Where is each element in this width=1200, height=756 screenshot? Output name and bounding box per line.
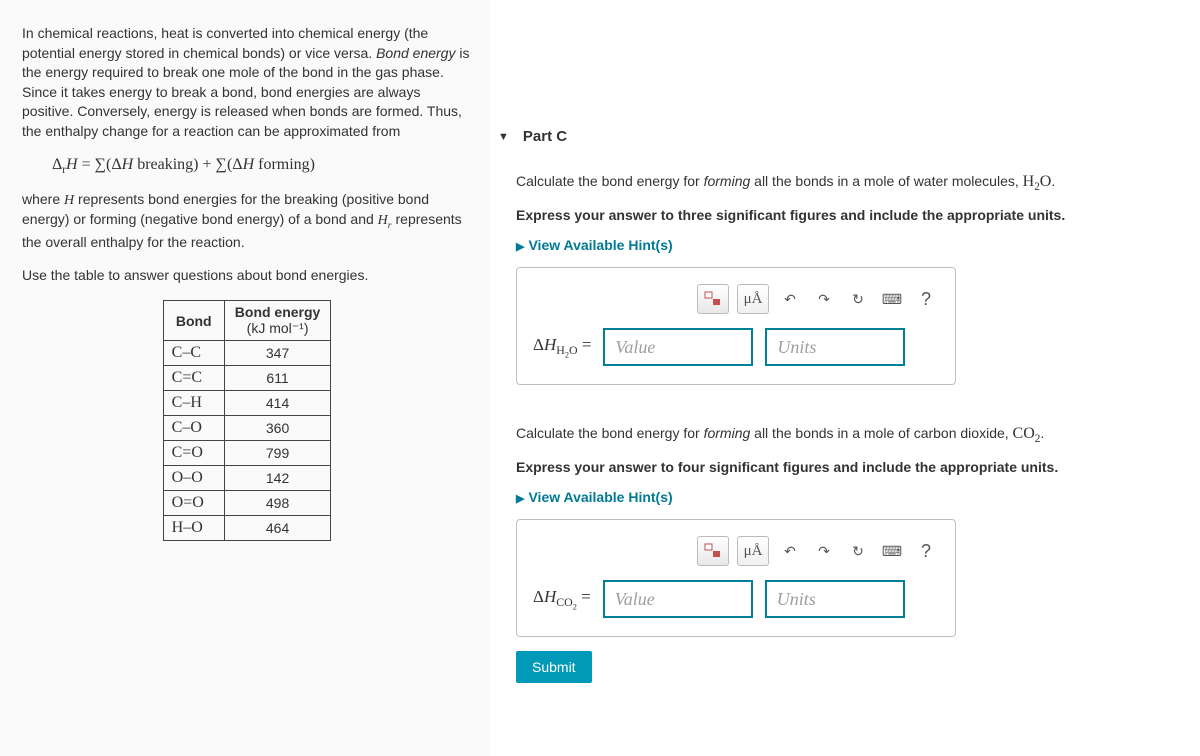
intro-paragraph-2: where H represents bond energies for the… [22,190,472,253]
question-1-instructions: Express your answer to three significant… [516,207,1200,223]
table-row: C–H414 [163,391,331,416]
table-row: O–O142 [163,466,331,491]
toolbar-2: μÅ ↶ ↷ ↻ ⌨ ? [599,536,939,566]
undo-button[interactable]: ↶ [777,284,803,314]
table-row: O=O498 [163,491,331,516]
help-button[interactable]: ? [913,284,939,314]
intro-2b: represents bond energies for the breakin… [22,191,429,228]
dh-label-2: ΔHCO2 = [533,587,591,612]
question-2-prompt: Calculate the bond energy for forming al… [516,425,1200,445]
caret-right-icon: ▶ [516,241,524,253]
table-row: H–O464 [163,516,331,541]
redo-button[interactable]: ↷ [811,284,837,314]
formula: ΔrH = ∑(ΔH breaking) + ∑(ΔH forming) [52,156,472,176]
template-button[interactable] [697,536,729,566]
view-hints-2[interactable]: ▶View Available Hint(s) [516,489,1200,505]
answer-box-1: μÅ ↶ ↷ ↻ ⌨ ? ΔHH2O = Value Units [516,267,956,385]
units-input-2[interactable]: Units [765,580,905,618]
answer-box-2: μÅ ↶ ↷ ↻ ⌨ ? ΔHCO2 = Value Units [516,519,956,637]
part-header[interactable]: ▼ Part C [490,110,1200,155]
dh-label-1: ΔHH2O = [533,335,591,360]
reset-button[interactable]: ↻ [845,536,871,566]
units-button[interactable]: μÅ [737,284,769,314]
th-bond: Bond [163,301,224,341]
question-1-prompt: Calculate the bond energy for forming al… [516,173,1200,193]
value-input-2[interactable]: Value [603,580,753,618]
value-input-1[interactable]: Value [603,328,753,366]
intro-2a: where [22,191,64,207]
keyboard-button[interactable]: ⌨ [879,536,905,566]
toolbar-1: μÅ ↶ ↷ ↻ ⌨ ? [599,284,939,314]
units-input-1[interactable]: Units [765,328,905,366]
keyboard-button[interactable]: ⌨ [879,284,905,314]
th-energy: Bond energy (kJ mol⁻¹) [224,301,331,341]
help-button[interactable]: ? [913,536,939,566]
intro-paragraph-3: Use the table to answer questions about … [22,266,472,286]
view-hints-1[interactable]: ▶View Available Hint(s) [516,237,1200,253]
reset-button[interactable]: ↻ [845,284,871,314]
caret-right-icon: ▶ [516,493,524,505]
submit-button[interactable]: Submit [516,651,592,683]
units-button[interactable]: μÅ [737,536,769,566]
intro-text-1a: In chemical reactions, heat is converted… [22,25,428,61]
intro-em: Bond energy [376,45,455,61]
template-button[interactable] [697,284,729,314]
question-2-instructions: Express your answer to four significant … [516,459,1200,475]
bond-energy-table: Bond Bond energy (kJ mol⁻¹) C–C347 C=C61… [163,300,332,541]
table-row: C=O799 [163,441,331,466]
table-row: C=C611 [163,366,331,391]
part-label: Part C [523,128,567,145]
table-row: C–O360 [163,416,331,441]
table-row: C–C347 [163,341,331,366]
collapse-caret-icon: ▼ [498,131,509,143]
undo-button[interactable]: ↶ [777,536,803,566]
intro-paragraph-1: In chemical reactions, heat is converted… [22,24,472,142]
redo-button[interactable]: ↷ [811,536,837,566]
right-panel: ▼ Part C Calculate the bond energy for f… [490,0,1200,756]
left-panel: In chemical reactions, heat is converted… [0,0,490,756]
